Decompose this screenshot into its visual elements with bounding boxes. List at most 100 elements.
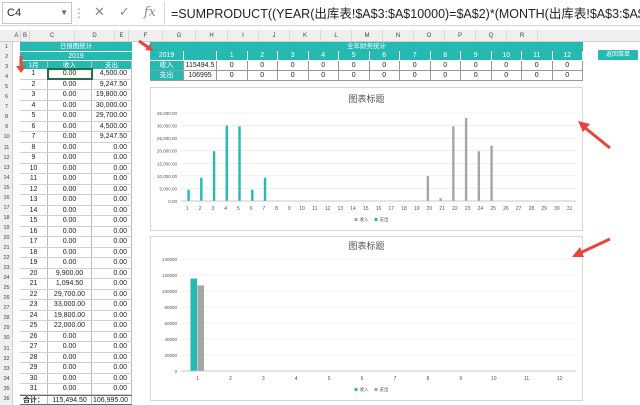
insert-function-icon[interactable]: fx [144,5,156,20]
column-header[interactable]: K [290,30,321,42]
expense-cell[interactable]: 0.00 [92,184,132,194]
expense-cell[interactable]: 0.00 [92,205,132,215]
chevron-down-icon[interactable]: ▼ [60,8,68,17]
income-cell[interactable]: 0.00 [48,195,92,205]
monthly-chart[interactable]: 图表标题 0 20000 40000 60000 80000 100000 120000 140… [150,236,583,401]
bar[interactable] [263,177,267,201]
column-header[interactable]: M [352,30,383,42]
column-header[interactable]: J [259,30,290,42]
expense-cell[interactable]: 0.00 [92,268,132,278]
column-header[interactable]: R [507,30,538,42]
column-header[interactable]: N [383,30,414,42]
day-cell[interactable]: 6 [20,121,48,131]
monthly-value-cell[interactable]: 0 [552,61,583,71]
bar[interactable] [212,151,216,201]
name-box[interactable]: C4 ▼ [2,1,72,24]
expense-cell[interactable]: 0.00 [92,195,132,205]
expense-cell[interactable]: 9,247.50 [92,132,132,142]
day-cell[interactable]: 21 [20,279,48,289]
row-header[interactable]: 19 [0,223,13,233]
income-cell[interactable]: 29,700.00 [48,289,92,299]
monthly-value-cell[interactable]: 0 [217,61,248,71]
chart-title[interactable]: 图表标题 [348,240,384,252]
expense-cell[interactable]: 0.00 [92,237,132,247]
bar[interactable] [238,126,241,201]
bar[interactable] [200,177,203,201]
monthly-value-cell[interactable]: 0 [369,61,400,71]
row-header[interactable]: 9 [0,122,13,132]
daily-table-year[interactable]: 2019 [20,51,132,60]
monthly-value-cell[interactable]: 0 [461,61,492,71]
income-cell[interactable]: 0.00 [48,132,92,142]
monthly-value-cell[interactable]: 0 [430,71,461,81]
column-header[interactable]: P [445,30,476,42]
row-header[interactable]: 14 [0,173,13,183]
expense-cell[interactable]: 4,500.00 [92,121,132,131]
column-header[interactable]: E [115,30,129,42]
income-cell[interactable]: 0.00 [48,373,92,383]
bar[interactable] [190,278,198,371]
row-header[interactable]: 30 [0,333,13,343]
row-header[interactable]: 4 [0,72,13,82]
bar[interactable] [490,145,493,201]
row-header[interactable]: 21 [0,243,13,253]
income-cell[interactable]: 0.00 [48,100,92,110]
day-cell[interactable]: 19 [20,258,48,268]
column-header[interactable]: C [30,30,75,42]
row-header[interactable]: 6 [0,92,13,102]
expense-cell[interactable]: 0.00 [92,163,132,173]
expense-cell[interactable]: 30,000.00 [92,100,132,110]
bar[interactable] [464,118,468,201]
expense-cell[interactable]: 0.00 [92,373,132,383]
expense-cell[interactable]: 0.00 [92,289,132,299]
income-cell[interactable]: 0.00 [48,90,92,100]
row-header[interactable]: 22 [0,253,13,263]
income-cell[interactable]: 0.00 [48,174,92,184]
chart-title[interactable]: 图表标题 [348,93,384,105]
expense-cell[interactable]: 0.00 [92,342,132,352]
row-header[interactable]: 3 [0,62,13,72]
income-cell[interactable]: 0.00 [48,163,92,173]
monthly-value-cell[interactable]: 0 [247,71,278,81]
income-cell[interactable]: 0.00 [48,384,92,394]
back-to-menu-button[interactable]: 返回菜单 [598,50,638,60]
drag-handle-icon[interactable]: ⋮ [72,6,86,20]
row-header[interactable]: 27 [0,303,13,313]
income-cell[interactable]: 0.00 [48,111,92,121]
expense-cell[interactable]: 0.00 [92,331,132,341]
day-cell[interactable]: 4 [20,100,48,110]
column-header[interactable]: Q [476,30,507,42]
expense-cell[interactable]: 4,500.00 [92,69,132,79]
row-header[interactable]: 20 [0,233,13,243]
row-header[interactable]: 10 [0,132,13,142]
row-header[interactable]: 5 [0,82,13,92]
row-header[interactable]: 28 [0,313,13,323]
expense-cell[interactable]: 0.00 [92,258,132,268]
row-header[interactable]: 26 [0,293,13,303]
bar[interactable] [452,126,455,201]
cancel-icon[interactable]: ✕ [94,5,105,20]
monthly-row-total[interactable]: 106995 [184,71,217,81]
formula-input[interactable]: =SUMPRODUCT((YEAR(出库表!$A$3:$A$10000)=$A$… [163,1,640,24]
income-cell[interactable]: 33,000.00 [48,300,92,310]
expense-cell[interactable]: 0.00 [92,216,132,226]
monthly-value-cell[interactable]: 0 [278,61,309,71]
row-header[interactable]: 13 [0,163,13,173]
day-cell[interactable]: 25 [20,321,48,331]
bar[interactable] [197,285,205,371]
day-cell[interactable]: 31 [20,384,48,394]
row-header[interactable]: 17 [0,203,13,213]
expense-cell[interactable]: 0.00 [92,300,132,310]
day-cell[interactable]: 23 [20,300,48,310]
expense-cell[interactable]: 0.00 [92,174,132,184]
income-cell[interactable]: 0.00 [48,205,92,215]
expense-cell[interactable]: 0.00 [92,142,132,152]
day-cell[interactable]: 9 [20,153,48,163]
expense-cell[interactable]: 0.00 [92,279,132,289]
day-cell[interactable]: 10 [20,163,48,173]
row-header[interactable]: 8 [0,112,13,122]
bar[interactable] [426,176,430,201]
day-cell[interactable]: 18 [20,247,48,257]
monthly-value-cell[interactable]: 0 [308,61,339,71]
row-header[interactable]: 34 [0,374,13,384]
